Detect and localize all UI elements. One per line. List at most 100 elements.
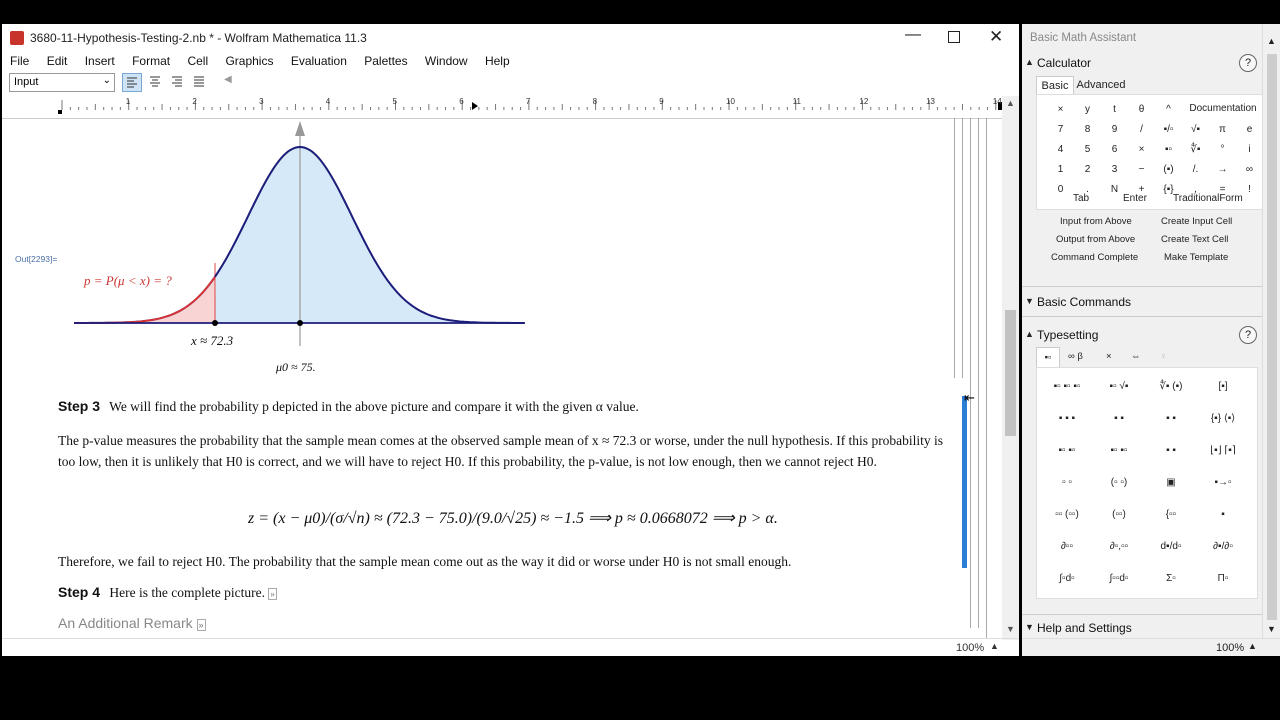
cell-bracket[interactable] <box>952 118 955 378</box>
key[interactable]: 8 <box>1074 119 1101 139</box>
align-center-button[interactable] <box>146 73 164 90</box>
input-from-above-button[interactable]: Input from Above <box>1060 216 1132 227</box>
template-button[interactable]: ▪▫ √▪ <box>1093 370 1145 402</box>
close-icon[interactable]: ✕ <box>989 27 1003 47</box>
output-from-above-button[interactable]: Output from Above <box>1056 234 1135 245</box>
template-button[interactable]: ▪▫ ▪▫ ▪▫ <box>1041 370 1093 402</box>
template-button[interactable]: ∂▫▫ <box>1041 530 1093 562</box>
key[interactable]: 2 <box>1074 159 1101 179</box>
template-button[interactable]: ∫▫d▫ <box>1041 562 1093 594</box>
key[interactable]: /. <box>1182 159 1209 179</box>
key[interactable]: × <box>1128 139 1155 159</box>
align-justify-button[interactable] <box>190 73 208 90</box>
key[interactable]: ° <box>1209 139 1236 159</box>
template-button[interactable]: ∜▪ (▪) <box>1145 370 1197 402</box>
key[interactable]: e <box>1236 119 1263 139</box>
menu-edit[interactable]: Edit <box>47 54 68 68</box>
style-select[interactable]: Input ⌄ <box>9 73 115 92</box>
key[interactable]: × <box>1047 99 1074 119</box>
template-button[interactable]: ▫▫ (▫▫) <box>1041 498 1093 530</box>
tab-basic[interactable]: Basic <box>1036 76 1074 95</box>
key[interactable]: / <box>1128 119 1155 139</box>
help-settings-section[interactable]: Help and Settings <box>1037 621 1132 635</box>
enter-key[interactable]: Enter <box>1123 193 1147 204</box>
scroll-up-icon[interactable]: ▲ <box>1267 36 1276 46</box>
ts-tab[interactable]: ⇔ <box>1131 351 1141 362</box>
key[interactable]: θ <box>1128 99 1155 119</box>
template-button[interactable]: ▪ ▪ <box>1145 402 1197 434</box>
key[interactable]: ▪▫ <box>1155 139 1182 159</box>
key[interactable]: i <box>1236 139 1263 159</box>
template-button[interactable]: ▪→▫ <box>1197 466 1249 498</box>
key[interactable]: 1 <box>1047 159 1074 179</box>
template-button[interactable]: {▪} ⟨▪⟩ <box>1197 402 1249 434</box>
key[interactable]: √▪ <box>1182 119 1209 139</box>
typesetting-section[interactable]: Typesetting <box>1037 328 1098 342</box>
template-button[interactable]: ▪ ▪ <box>1145 434 1197 466</box>
key[interactable]: 3 <box>1101 159 1128 179</box>
template-button[interactable]: ▣ <box>1145 466 1197 498</box>
key[interactable]: − <box>1128 159 1155 179</box>
menu-evaluation[interactable]: Evaluation <box>291 54 347 68</box>
cell-bracket[interactable] <box>976 118 979 628</box>
menu-format[interactable]: Format <box>132 54 170 68</box>
calculator-section-title[interactable]: Calculator <box>1037 56 1091 70</box>
key[interactable]: ▪/▫ <box>1155 119 1182 139</box>
key[interactable]: t <box>1101 99 1128 119</box>
zoom-level[interactable]: 100% <box>956 642 984 654</box>
template-button[interactable]: ∂▫,▫▫ <box>1093 530 1145 562</box>
template-button[interactable]: ▪▫ ▪▫ <box>1093 434 1145 466</box>
normal-distribution-plot[interactable] <box>62 118 542 378</box>
command-complete-button[interactable]: Command Complete <box>1051 252 1138 263</box>
ruler[interactable]: 123456789101112131415 <box>2 96 1068 119</box>
menu-graphics[interactable]: Graphics <box>225 54 273 68</box>
notebook-content[interactable]: Out[2293]= p = P(μ < x) = ? x ≈ 72.3 μ0 … <box>2 118 1002 640</box>
traditional-form-key[interactable]: TraditionalForm <box>1173 193 1243 204</box>
vertical-scrollbar[interactable]: ▲ ▼ <box>1002 96 1019 640</box>
help-icon[interactable]: ? <box>1239 54 1257 72</box>
ts-tab[interactable]: ▪▫ <box>1036 347 1060 368</box>
make-template-button[interactable]: Make Template <box>1164 252 1228 263</box>
menu-insert[interactable]: Insert <box>85 54 115 68</box>
cell-bracket[interactable] <box>984 118 987 638</box>
selected-cell-bracket[interactable] <box>962 396 967 568</box>
template-button[interactable]: ∫▫▫d▫ <box>1093 562 1145 594</box>
help-icon[interactable]: ? <box>1239 326 1257 344</box>
menu-file[interactable]: File <box>10 54 29 68</box>
scrollbar-thumb[interactable] <box>1267 54 1277 620</box>
ts-tab[interactable]: ∞ β <box>1068 351 1083 362</box>
minimize-icon[interactable]: — <box>905 26 921 44</box>
create-input-cell-button[interactable]: Create Input Cell <box>1161 216 1232 227</box>
template-button[interactable]: Σ▫ <box>1145 562 1197 594</box>
ts-tab[interactable]: ♀ <box>1160 351 1167 362</box>
template-button[interactable]: ∂▪/∂▫ <box>1197 530 1249 562</box>
template-button[interactable]: ▪ ▪ <box>1093 402 1145 434</box>
additional-remark[interactable]: An Additional Remark » <box>58 615 206 631</box>
key[interactable]: (▪) <box>1155 159 1182 179</box>
tab-key[interactable]: Tab <box>1073 193 1089 204</box>
template-button[interactable]: ▪▫ ▪▫ <box>1041 434 1093 466</box>
cell-bracket[interactable] <box>968 118 971 628</box>
scrollbar-thumb[interactable] <box>1005 310 1016 436</box>
cell-bracket[interactable] <box>960 118 963 378</box>
tab-advanced[interactable]: Advanced <box>1074 76 1128 94</box>
zoom-up-icon[interactable]: ▲ <box>1248 641 1257 651</box>
scroll-up-icon[interactable]: ▲ <box>1006 98 1015 108</box>
template-button[interactable]: Π▫ <box>1197 562 1249 594</box>
key[interactable]: → <box>1209 159 1236 179</box>
key[interactable]: 0 <box>1047 179 1074 199</box>
key[interactable]: 6 <box>1101 139 1128 159</box>
template-button[interactable]: ▪ ▪ ▪ <box>1041 402 1093 434</box>
menu-cell[interactable]: Cell <box>187 54 208 68</box>
expand-group-icon[interactable]: » <box>196 619 206 631</box>
key[interactable]: 4 <box>1047 139 1074 159</box>
collapse-toolbar-icon[interactable]: ◀ <box>224 74 232 85</box>
zoom-up-icon[interactable]: ▲ <box>990 641 999 651</box>
template-button[interactable]: {▫▫ <box>1145 498 1197 530</box>
scroll-down-icon[interactable]: ▼ <box>1006 624 1015 634</box>
template-button[interactable]: ▫ ▫ <box>1041 466 1093 498</box>
palette-scrollbar[interactable]: ▲ ▼ <box>1262 24 1280 638</box>
key[interactable]: π <box>1209 119 1236 139</box>
key[interactable]: 9 <box>1101 119 1128 139</box>
template-button[interactable]: d▪/d▫ <box>1145 530 1197 562</box>
